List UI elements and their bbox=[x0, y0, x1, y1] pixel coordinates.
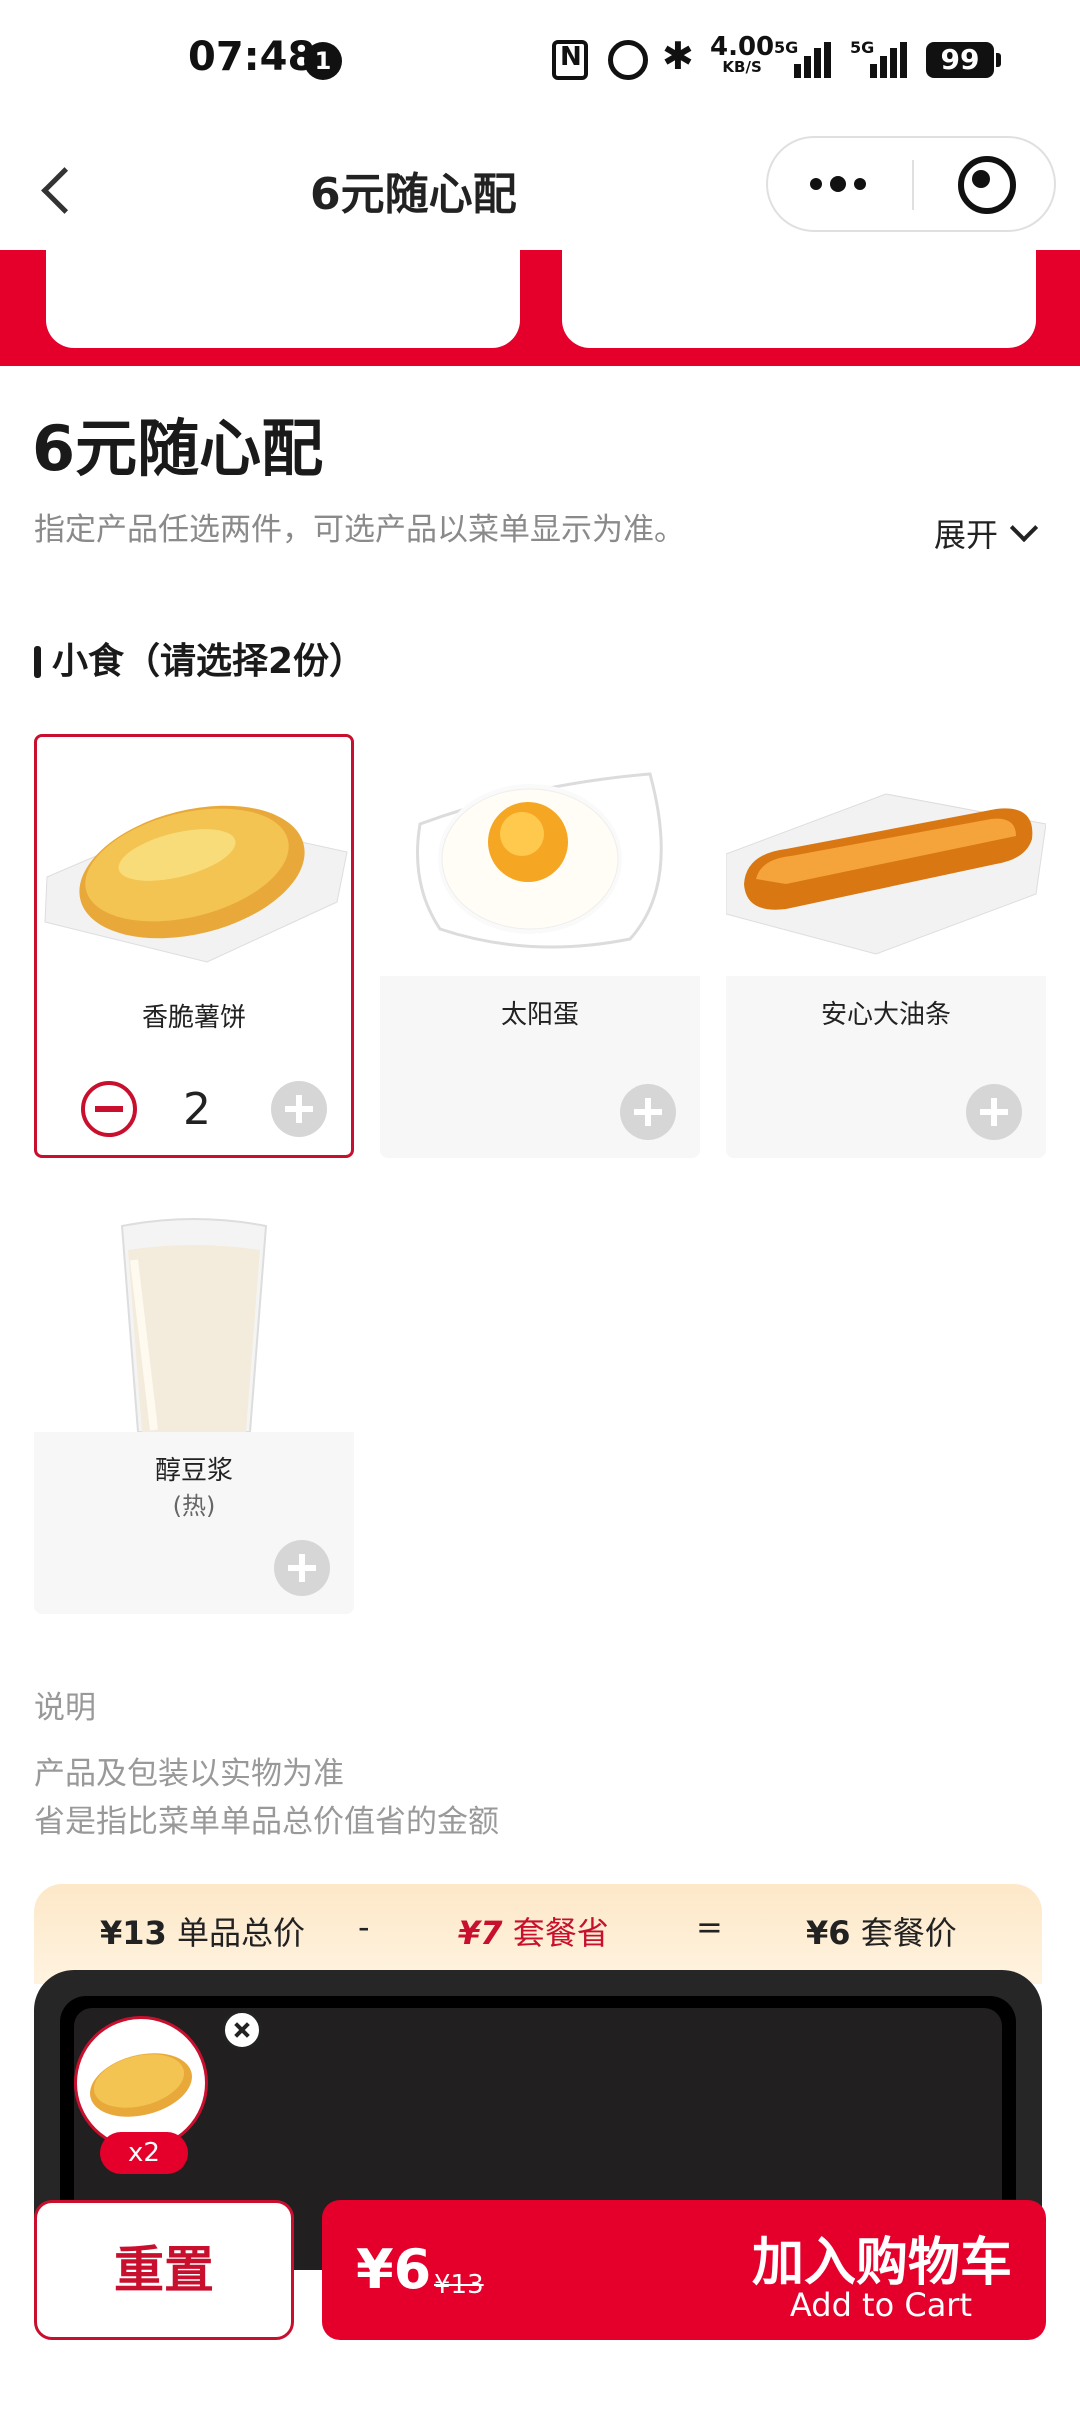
hash-brown-image bbox=[37, 737, 351, 979]
alarm-icon bbox=[608, 40, 648, 80]
add-to-cart-button[interactable]: ¥6 ¥13 加入购物车 Add to Cart bbox=[322, 2200, 1046, 2340]
minus-sign: - bbox=[358, 1908, 370, 1946]
single-total: ¥13 单品总价 bbox=[100, 1914, 305, 1952]
expand-button[interactable]: 展开 bbox=[934, 510, 1039, 556]
notes-line: 产品及包装以实物为准 bbox=[34, 1756, 344, 1792]
more-dot-icon bbox=[810, 178, 822, 190]
more-dot-icon bbox=[854, 178, 866, 190]
promo-banner bbox=[0, 250, 1080, 366]
notes-label: 说明 bbox=[34, 1690, 96, 1726]
product-name: 太阳蛋 bbox=[500, 1000, 579, 1030]
product-name: 安心大油条 bbox=[820, 1000, 951, 1030]
network-type: 5G bbox=[774, 38, 799, 57]
product-card-youtiao[interactable]: 安心大油条 bbox=[726, 734, 1046, 1158]
bluetooth-icon: ✱ bbox=[662, 34, 694, 78]
soy-milk-image bbox=[34, 1190, 354, 1433]
product-name: 醇豆浆 bbox=[154, 1456, 233, 1486]
fried-egg-image bbox=[380, 734, 700, 976]
network-type: 5G bbox=[850, 38, 875, 57]
signal-icon: 5G bbox=[850, 38, 910, 78]
add-item-button[interactable] bbox=[620, 1084, 676, 1140]
product-card-hash-brown[interactable]: 香脆薯饼 2 bbox=[34, 734, 354, 1158]
reset-button[interactable]: 重置 bbox=[34, 2200, 294, 2340]
remove-item-button[interactable] bbox=[222, 2010, 262, 2050]
product-subtitle: (热) bbox=[172, 1492, 216, 1520]
youtiao-image bbox=[726, 734, 1046, 976]
status-time: 07:48 bbox=[188, 34, 316, 80]
battery-icon: 99 bbox=[926, 42, 1001, 78]
increase-quantity-button[interactable] bbox=[271, 1081, 327, 1137]
signal-icon: 5G bbox=[774, 38, 834, 78]
page-title: 6元随心配 bbox=[310, 169, 517, 220]
product-card-soy-milk[interactable]: 醇豆浆 (热) bbox=[34, 1190, 354, 1614]
price-summary: ¥13 单品总价 - ¥7 套餐省 = ¥6 套餐价 bbox=[34, 1884, 1042, 1984]
back-button[interactable] bbox=[30, 160, 90, 220]
tray-item-thumbnail[interactable] bbox=[74, 2016, 208, 2150]
mini-program-capsule bbox=[766, 136, 1056, 232]
add-to-cart-label: 加入购物车 bbox=[751, 2233, 1012, 2293]
add-item-button[interactable] bbox=[274, 1540, 330, 1596]
banner-card bbox=[46, 250, 520, 348]
expand-label: 展开 bbox=[934, 516, 999, 554]
section-heading: 小食（请选择2份） bbox=[34, 632, 365, 684]
more-button[interactable] bbox=[768, 138, 910, 230]
combo-title: 6元随心配 bbox=[32, 412, 324, 485]
cart-original-price: ¥13 bbox=[434, 2270, 484, 2300]
notes-line: 省是指比菜单单品总价值省的金额 bbox=[34, 1804, 499, 1840]
add-to-cart-label-en: Add to Cart bbox=[789, 2286, 972, 2324]
quantity-value: 2 bbox=[183, 1084, 211, 1135]
more-dot-icon bbox=[830, 176, 846, 192]
notification-badge: 1 bbox=[304, 42, 342, 80]
banner-card bbox=[562, 250, 1036, 348]
status-bar: 07:48 1 ✱ 4.00 KB/S 5G 5G 99 bbox=[0, 0, 1080, 120]
saving-amount: ¥7 套餐省 bbox=[458, 1914, 609, 1952]
cart-price: ¥6 bbox=[356, 2238, 432, 2301]
combo-price: ¥6 套餐价 bbox=[806, 1914, 957, 1952]
network-speed: 4.00 KB/S bbox=[710, 34, 774, 76]
decrease-quantity-button[interactable] bbox=[81, 1081, 137, 1137]
nfc-icon bbox=[552, 40, 588, 80]
product-card-fried-egg[interactable]: 太阳蛋 bbox=[380, 734, 700, 1158]
combo-description: 指定产品任选两件，可选产品以菜单显示为准。 bbox=[34, 512, 685, 548]
close-mini-program-button[interactable] bbox=[914, 138, 1056, 230]
add-item-button[interactable] bbox=[966, 1084, 1022, 1140]
status-icons: ✱ 4.00 KB/S 5G 5G 99 bbox=[552, 34, 1001, 84]
equals-sign: = bbox=[696, 1908, 723, 1946]
nav-bar: 6元随心配 bbox=[0, 120, 1080, 250]
tray-item-count: x2 bbox=[100, 2132, 188, 2174]
product-name: 香脆薯饼 bbox=[141, 1003, 246, 1033]
chevron-down-icon bbox=[1009, 513, 1039, 543]
